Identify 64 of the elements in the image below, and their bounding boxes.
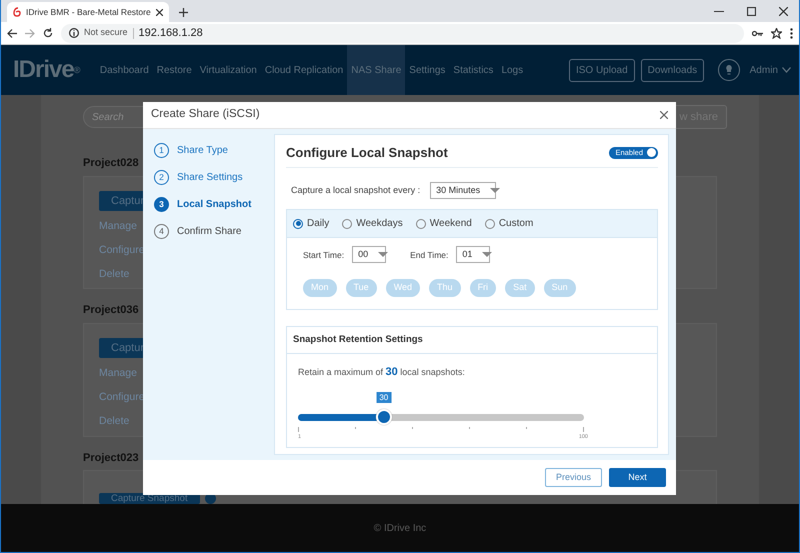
retention-text: Retain a maximum of 30 local snapshots: xyxy=(297,365,466,380)
schedule-radio[interactable]: Custom xyxy=(484,216,534,232)
end-time-select[interactable]: 01 xyxy=(456,246,490,264)
field-label: End Time: xyxy=(410,248,448,262)
nav-link[interactable]: Logs xyxy=(497,45,528,95)
caret-icon[interactable] xyxy=(782,67,791,73)
share-link[interactable]: Delete xyxy=(99,414,130,430)
section-heading: Configure Local Snapshot xyxy=(286,144,448,160)
security-label: Not secure xyxy=(84,26,128,40)
star-icon[interactable] xyxy=(771,28,782,38)
share-link[interactable]: Configure xyxy=(99,390,145,406)
nav-link[interactable]: Settings xyxy=(405,45,450,95)
browser-tab[interactable]: IDrive BMR - Bare-Metal Restore xyxy=(7,2,169,22)
reload-icon[interactable] xyxy=(43,28,53,38)
key-icon[interactable] xyxy=(752,30,763,36)
address-bar[interactable]: Not secure 192.168.1.28 xyxy=(61,24,744,42)
project-title: Project036 xyxy=(83,303,139,318)
share-link[interactable]: Manage xyxy=(99,219,137,235)
wizard-step[interactable]: 2 Share Settings xyxy=(154,170,274,185)
slider-thumb[interactable] xyxy=(376,408,392,425)
modal-title: Create Share (iSCSI) xyxy=(151,107,260,122)
wizard-step[interactable]: 3 Local Snapshot xyxy=(154,196,274,212)
back-icon[interactable] xyxy=(7,28,17,38)
favicon-icon xyxy=(13,7,21,17)
schedule-radio[interactable]: Weekend xyxy=(416,216,472,232)
footer-text: © IDrive Inc xyxy=(1,504,799,552)
user-menu[interactable]: Admin xyxy=(746,45,782,95)
share-link[interactable]: Configure xyxy=(99,242,145,258)
nav-link[interactable]: Statistics xyxy=(449,45,498,95)
nav-link[interactable]: Dashboard xyxy=(96,45,153,95)
nav-link[interactable]: Virtualization xyxy=(196,45,261,95)
capture-button[interactable]: Capture Snapshot xyxy=(99,493,200,504)
field-label: Capture a local snapshot every : xyxy=(291,184,420,198)
section-heading: Snapshot Retention Settings xyxy=(287,326,657,354)
slider-tooltip: 30 xyxy=(376,392,392,403)
schedule-radio[interactable]: Weekdays xyxy=(342,216,403,232)
tab-close-icon[interactable] xyxy=(156,8,163,16)
project-title: Project028 xyxy=(83,156,139,171)
more-icon[interactable] xyxy=(790,28,793,38)
start-time-select[interactable]: 00 xyxy=(352,246,386,264)
minimize-icon[interactable] xyxy=(714,10,724,12)
schedule-radio[interactable]: Daily xyxy=(293,216,330,232)
close-icon[interactable] xyxy=(778,6,788,16)
nav-link[interactable]: Cloud Replication xyxy=(260,45,348,95)
share-link[interactable]: Manage xyxy=(99,366,137,382)
share-link[interactable]: Delete xyxy=(99,266,130,282)
maximize-icon[interactable] xyxy=(746,6,756,16)
tab-title: IDrive BMR - Bare-Metal Restore xyxy=(26,6,151,18)
nav-button[interactable]: Downloads xyxy=(640,58,704,82)
project-title: Project023 xyxy=(83,450,139,466)
field-label: Start Time: xyxy=(303,248,344,262)
info-icon xyxy=(69,28,79,38)
new-tab-icon[interactable] xyxy=(179,8,188,17)
nav-link[interactable]: NAS Share xyxy=(347,45,406,95)
nav-link[interactable]: Restore xyxy=(152,45,196,95)
next-button[interactable]: Next xyxy=(609,468,666,487)
wizard-step[interactable]: 1 Share Type xyxy=(154,142,274,158)
logo[interactable]: IDrive$^{®}$ xyxy=(13,52,80,88)
wizard-step[interactable]: 4 Confirm Share xyxy=(154,224,274,239)
nav-button[interactable]: ISO Upload xyxy=(568,58,635,82)
previous-button[interactable]: Previous xyxy=(545,468,602,487)
lightbulb-icon[interactable] xyxy=(718,59,740,81)
url-text: 192.168.1.28 xyxy=(138,26,203,41)
close-icon[interactable] xyxy=(660,110,668,119)
